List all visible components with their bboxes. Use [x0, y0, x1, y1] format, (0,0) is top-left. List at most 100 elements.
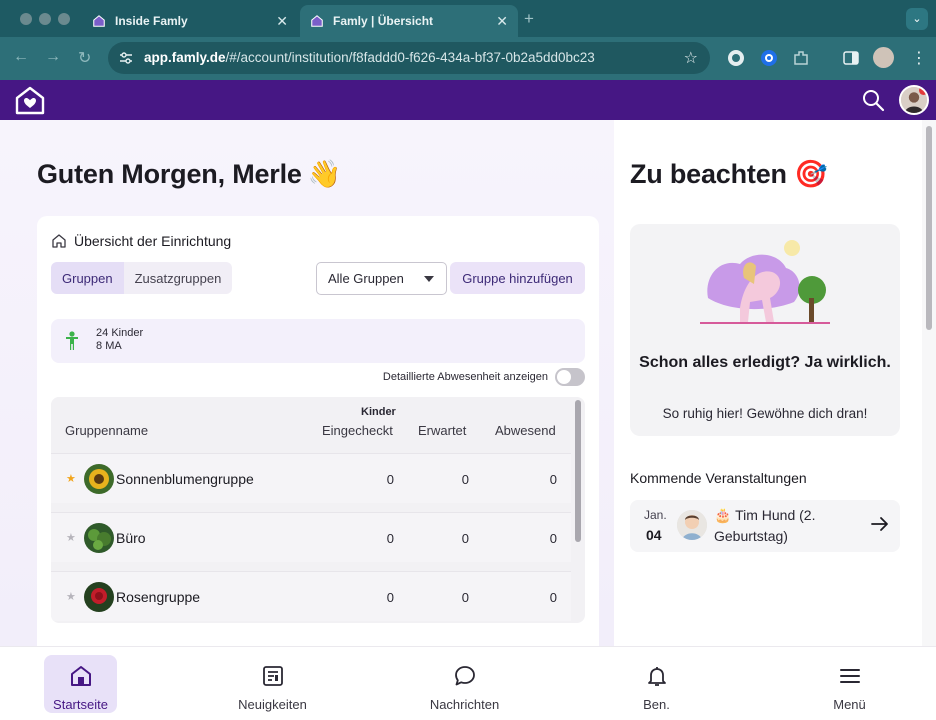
address-bar[interactable]: app.famly.de/#/account/institution/f8fad… [108, 42, 710, 74]
browser-toolbar: ← → ↻ app.famly.de/#/account/institution… [0, 37, 936, 80]
group-avatar-office [84, 523, 114, 553]
nav-label: Ben. [643, 697, 670, 712]
staff-count: 8 MA [96, 340, 122, 352]
col-checked-in[interactable]: Eingecheckt [322, 423, 393, 438]
home-icon [70, 666, 91, 686]
bottom-navigation: Startseite Neuigkeiten Nachrichten Ben. … [0, 646, 936, 720]
window-close-dot[interactable] [20, 13, 32, 25]
tab-search-chevron-icon[interactable]: ⌄ [906, 8, 928, 30]
add-group-button[interactable]: Gruppe hinzufügen [450, 262, 585, 294]
group-name: Rosengruppe [116, 589, 201, 605]
col-expected[interactable]: Erwartet [418, 423, 466, 438]
absence-toggle-switch[interactable] [555, 368, 585, 386]
table-row[interactable]: ★ Rosengruppe 0 0 0 [51, 571, 571, 621]
checked-in-count: 0 [386, 472, 394, 487]
table-header: Gruppenname Kinder Eingecheckt Erwartet … [51, 397, 571, 449]
attendance-summary: 24 Kinder 8 MA [51, 319, 585, 363]
nav-label: Neuigkeiten [238, 697, 307, 712]
tab-close-icon[interactable]: ✕ [276, 13, 288, 30]
waving-hand-icon: 👋 [307, 159, 342, 189]
col-group-name[interactable]: Gruppenname [65, 423, 148, 438]
event-day: 04 [646, 527, 662, 543]
extensions-puzzle-icon[interactable] [792, 49, 810, 67]
col-absent[interactable]: Abwesend [495, 423, 556, 438]
table-scrollbar[interactable] [575, 400, 581, 542]
absent-count: 0 [549, 531, 557, 546]
nav-label: Menü [833, 697, 866, 712]
group-name: Sonnenblumengruppe [116, 471, 254, 487]
tab-close-icon[interactable]: ✕ [496, 13, 508, 30]
url-text[interactable]: app.famly.de/#/account/institution/f8fad… [144, 50, 595, 65]
browser-menu-dots-icon[interactable]: ⋮ [911, 48, 927, 68]
forward-arrow-icon[interactable]: → [45, 48, 61, 66]
event-child-avatar [677, 510, 707, 540]
nav-label: Startseite [53, 697, 108, 712]
side-panel-icon[interactable] [842, 49, 860, 67]
hamburger-menu-icon [839, 669, 860, 683]
event-month: Jan. [644, 508, 667, 522]
expected-count: 0 [461, 531, 469, 546]
expected-count: 0 [461, 472, 469, 487]
upcoming-events-title: Kommende Veranstaltungen [630, 470, 807, 486]
segment-extra-groups[interactable]: Zusatzgruppen [123, 262, 233, 294]
group-avatar-rose [84, 582, 114, 612]
absent-count: 0 [549, 472, 557, 487]
nav-label: Nachrichten [429, 697, 500, 712]
browser-tab-inside-famly[interactable]: Inside Famly ✕ [82, 5, 298, 37]
child-photo-icon [677, 510, 707, 540]
nav-menu[interactable]: Menü [813, 655, 886, 713]
plant-photo-icon [84, 523, 114, 553]
back-arrow-icon[interactable]: ← [13, 48, 29, 66]
page-scrollbar[interactable] [922, 120, 936, 646]
extension-blue-icon[interactable] [760, 49, 778, 67]
empty-state-subtext: So ruhig hier! Gewöhne dich dran! [662, 406, 868, 421]
groups-table: Gruppenname Kinder Eingecheckt Erwartet … [51, 397, 585, 623]
absence-toggle-label: Detaillierte Abwesenheit anzeigen [382, 371, 548, 383]
new-tab-plus-icon[interactable]: + [524, 9, 534, 29]
reload-icon[interactable]: ↻ [78, 48, 91, 68]
unicorn-illustration-icon [700, 240, 830, 324]
group-type-segmented-control: Gruppen Zusatzgruppen [51, 262, 233, 294]
nav-messages[interactable]: Nachrichten [428, 655, 501, 713]
target-icon: 🎯 [794, 159, 828, 189]
bookmark-star-icon[interactable]: ☆ [684, 48, 698, 68]
famly-logo-icon[interactable] [14, 85, 46, 116]
profile-avatar-icon[interactable] [873, 47, 894, 68]
group-name: Büro [116, 530, 146, 546]
favorite-star-filled-icon[interactable]: ★ [66, 472, 76, 485]
group-filter-value: Alle Gruppen [328, 271, 404, 286]
extension-shield-icon[interactable] [727, 49, 745, 67]
absent-count: 0 [549, 590, 557, 605]
dashboard-main: Guten Morgen, Merle 👋 Übersicht der Einri… [0, 120, 614, 656]
table-row[interactable]: ★ Büro 0 0 0 [51, 512, 571, 562]
tab-title: Inside Famly [115, 14, 188, 28]
person-green-icon [66, 331, 78, 350]
window-zoom-dot[interactable] [58, 13, 70, 25]
segment-groups[interactable]: Gruppen [51, 262, 124, 294]
event-item[interactable]: Jan. 04 🎂 Tim Hund (2. Geburtstag) [630, 500, 900, 552]
nav-notifications[interactable]: Ben. [620, 655, 693, 713]
app-header [0, 80, 936, 120]
chat-bubble-icon [454, 666, 475, 686]
col-super-children: Kinder [361, 406, 396, 418]
group-filter-select[interactable]: Alle Gruppen [316, 262, 447, 295]
nav-home[interactable]: Startseite [44, 655, 117, 713]
favorite-star-outline-icon[interactable]: ★ [66, 531, 76, 544]
user-avatar[interactable] [899, 85, 929, 115]
notification-dot [919, 87, 927, 95]
empty-state-card: Schon alles erledigt? Ja wirklich. So ru… [630, 224, 900, 436]
greeting-text: Guten Morgen, Merle [37, 159, 302, 189]
search-icon[interactable] [861, 88, 885, 112]
card-title-text: Übersicht der Einrichtung [74, 233, 232, 249]
browser-tab-famly-overview[interactable]: Famly | Übersicht ✕ [300, 5, 518, 37]
site-settings-icon[interactable] [118, 50, 134, 66]
favorite-star-outline-icon[interactable]: ★ [66, 590, 76, 603]
window-minimize-dot[interactable] [39, 13, 51, 25]
arrow-right-icon[interactable] [870, 514, 890, 534]
dropdown-caret-icon [424, 276, 434, 282]
nav-news[interactable]: Neuigkeiten [236, 655, 309, 713]
bell-icon [647, 667, 666, 686]
page-scrollbar-thumb[interactable] [926, 126, 932, 330]
notes-title-text: Zu beachten [630, 159, 787, 189]
table-row[interactable]: ★ Sonnenblumengruppe 0 0 0 [51, 453, 571, 503]
